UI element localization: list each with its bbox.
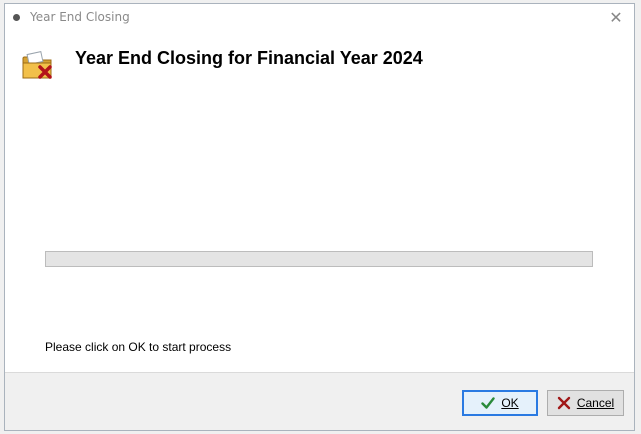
window-dot-icon [13,14,20,21]
dialog-window: Year End Closing ✕ Year End Closing for … [4,3,635,431]
button-bar: OK Cancel [5,372,634,430]
page-title: Year End Closing for Financial Year 2024 [75,48,423,68]
progress-bar [45,251,593,267]
folder-close-icon [22,51,52,79]
ok-label: OK [501,396,519,410]
close-button[interactable]: ✕ [606,8,626,28]
cancel-button[interactable]: Cancel [547,390,624,416]
check-icon [481,397,496,409]
ok-button[interactable]: OK [462,390,538,416]
title-bar[interactable]: Year End Closing ✕ [5,4,634,32]
window-title: Year End Closing [30,10,130,24]
close-icon [557,396,571,410]
status-message: Please click on OK to start process [45,340,232,354]
cancel-label: Cancel [576,396,615,410]
